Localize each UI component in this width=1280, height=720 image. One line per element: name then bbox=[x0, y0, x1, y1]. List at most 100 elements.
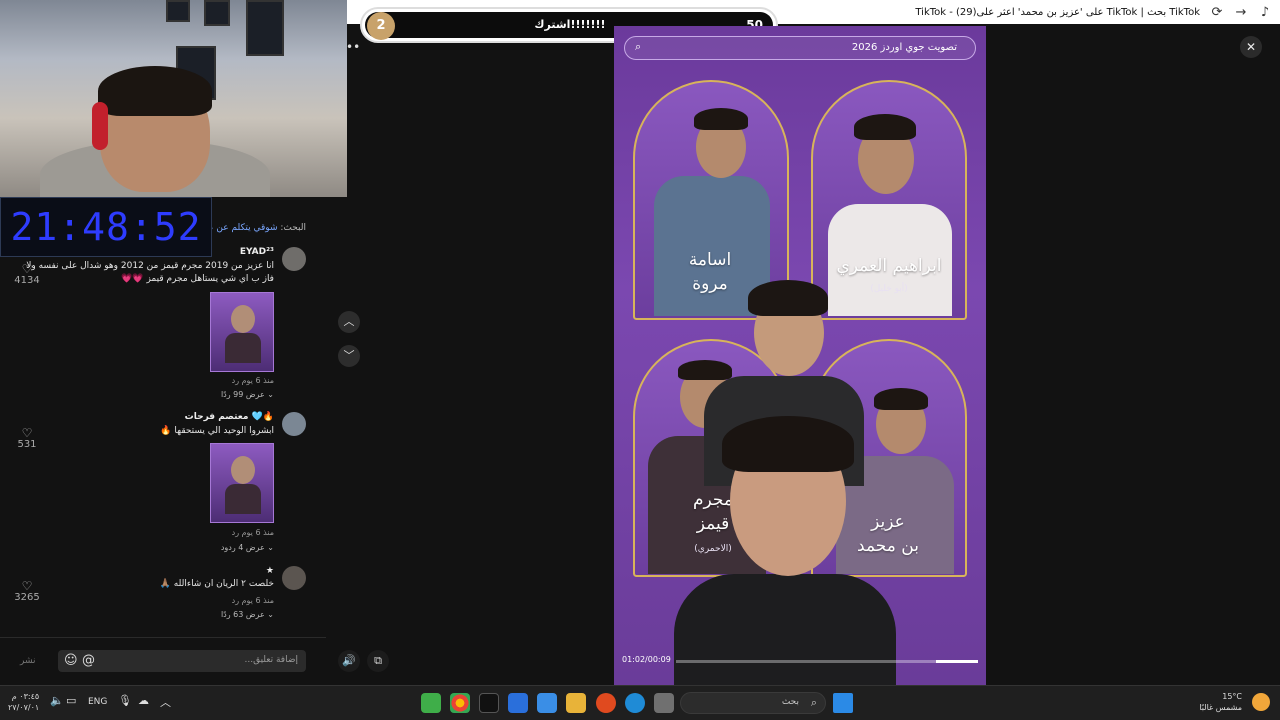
chevron-down-icon: ⌄ bbox=[267, 610, 274, 619]
chevron-up-icon[interactable]: ︿ bbox=[160, 694, 171, 710]
page-title: TikTok - (29)على 'عزيز بن محمد' اعثر على… bbox=[915, 6, 1200, 18]
sun-icon bbox=[1252, 693, 1270, 711]
search-icon: ⌕ bbox=[810, 696, 817, 709]
like-button[interactable]: ♡ 4134 bbox=[7, 263, 47, 286]
avatar[interactable] bbox=[282, 566, 306, 590]
avatar[interactable] bbox=[282, 412, 306, 436]
comment-text: خلصت ٢ الريان ان شاءالله 🙏🏽 bbox=[159, 579, 274, 589]
avatar[interactable] bbox=[282, 247, 306, 271]
comment-username[interactable]: معتصم فرحات 🩵🔥 bbox=[185, 412, 274, 422]
search-icon: ⌕ bbox=[635, 40, 642, 53]
wall-poster bbox=[246, 0, 284, 56]
app-icon-gray[interactable] bbox=[654, 693, 674, 713]
goal-current-count: 2 bbox=[367, 12, 395, 40]
tiktok-icon[interactable] bbox=[479, 693, 499, 713]
candidate-hair bbox=[874, 388, 928, 410]
chevron-down-icon: ﹀ bbox=[343, 349, 355, 362]
video-progress-fill bbox=[935, 660, 978, 663]
folder-icon[interactable] bbox=[566, 693, 586, 713]
app-icon-green[interactable] bbox=[421, 693, 441, 713]
chevron-down-icon: ⌄ bbox=[267, 543, 274, 552]
comment-username[interactable]: ★ bbox=[266, 566, 274, 576]
chevron-up-icon: ︿ bbox=[343, 315, 355, 328]
speaker-icon: 🔊 bbox=[342, 654, 356, 667]
comment-input[interactable]: إضافة تعليق... ☺ @ bbox=[58, 650, 306, 672]
store-icon[interactable] bbox=[537, 693, 557, 713]
post-button[interactable]: نشر bbox=[20, 656, 36, 666]
next-video-button[interactable]: ﹀ bbox=[338, 345, 360, 367]
windows-taskbar: ٠٣:٤٥ م ٢٧/٠٧/٠١ 🔈 ▭ ENG 🎙 ☁ ︿ ⌕ بحث 15°C… bbox=[0, 685, 1280, 720]
mention-icon[interactable]: @ bbox=[82, 653, 95, 668]
wall-poster bbox=[204, 0, 230, 26]
chrome-icon[interactable] bbox=[450, 693, 470, 713]
clock-time: 21:48:52 bbox=[10, 205, 202, 249]
search-prefix: البحث: bbox=[280, 223, 306, 233]
headset bbox=[92, 102, 108, 150]
volume-button[interactable]: 🔊 bbox=[338, 650, 360, 672]
video-player[interactable]: ⌕ تصويت جوي اوردز 2026 اسامة مروة ابراهيم… bbox=[614, 26, 986, 686]
more-options-icon[interactable]: •• bbox=[346, 40, 360, 54]
candidate-hair bbox=[678, 360, 732, 380]
video-time: 01:02/00:09 bbox=[622, 655, 671, 664]
emoji-icon[interactable]: ☺ bbox=[64, 653, 78, 668]
close-button[interactable]: ✕ bbox=[1240, 36, 1262, 58]
microphone-icon[interactable]: 🎙 bbox=[118, 694, 132, 707]
view-replies-button[interactable]: عرض 63 ردًا ⌄ bbox=[221, 610, 274, 619]
taskbar-search[interactable]: ⌕ بحث bbox=[680, 692, 826, 714]
like-button[interactable]: ♡ 531 bbox=[7, 427, 47, 450]
close-icon: ✕ bbox=[1245, 40, 1257, 54]
comment-meta: منذ 6 يوم رد bbox=[231, 376, 274, 385]
overlay-person-hair bbox=[748, 280, 828, 316]
webcam-overlay bbox=[0, 0, 347, 197]
edge-icon[interactable] bbox=[625, 693, 645, 713]
comment-text: ابشروا الوحيد الي يستحقها 🔥 bbox=[160, 426, 274, 436]
video-search-text: تصويت جوي اوردز 2026 bbox=[851, 42, 957, 53]
picture-in-picture-button[interactable]: ⧉ bbox=[367, 650, 389, 672]
display-icon[interactable]: ▭ bbox=[66, 694, 76, 707]
firefox-icon[interactable] bbox=[596, 693, 616, 713]
comment-placeholder: إضافة تعليق... bbox=[244, 655, 298, 665]
comment-text: انا عزيز من 2019 مجرم قيمز من 2012 وهو ش… bbox=[26, 261, 274, 284]
comment-video-thumbnail[interactable] bbox=[210, 443, 274, 523]
video-search-bar: ⌕ تصويت جوي اوردز 2026 bbox=[624, 36, 976, 60]
candidate-name: ابراهيم العمري bbox=[836, 256, 942, 276]
view-replies-button[interactable]: عرض 4 ردود ⌄ bbox=[221, 543, 274, 552]
stream-clock: 21:48:52 bbox=[0, 197, 212, 257]
video-progress-bar[interactable] bbox=[676, 660, 978, 663]
candidate-name: اسامة مروة bbox=[688, 250, 732, 294]
comment-bar: نشر إضافة تعليق... ☺ @ bbox=[0, 637, 326, 683]
refresh-icon[interactable]: ⟳ bbox=[1210, 5, 1224, 20]
cloud-icon[interactable]: ☁ bbox=[138, 694, 149, 707]
candidate-name: عزيز بن محمد bbox=[857, 512, 919, 556]
wall-poster bbox=[166, 0, 190, 22]
volume-icon[interactable]: 🔈 bbox=[50, 694, 64, 707]
candidate-hair bbox=[854, 114, 916, 140]
like-count: 4134 bbox=[14, 275, 40, 286]
candidate-hair bbox=[694, 108, 748, 130]
heart-icon: ♡ bbox=[21, 426, 33, 440]
windows-start-icon[interactable] bbox=[833, 693, 853, 713]
search-suggestion[interactable]: البحث: شوقي يتكلم عن عزيز bbox=[196, 223, 306, 233]
language-indicator[interactable]: ENG bbox=[88, 697, 107, 707]
comment-meta: منذ 6 يوم رد bbox=[231, 596, 274, 605]
mail-icon[interactable] bbox=[508, 693, 528, 713]
goal-label: اشترك!!!!!!! bbox=[534, 18, 606, 31]
like-button[interactable]: ♡ 3265 bbox=[7, 580, 47, 603]
previous-video-button[interactable]: ︿ bbox=[338, 311, 360, 333]
overlay-person-hair bbox=[722, 416, 854, 472]
comment-username[interactable]: EYAD²³ bbox=[240, 247, 274, 257]
comment-meta: منذ 6 يوم رد bbox=[231, 528, 274, 537]
tiktok-logo-icon: ♪ bbox=[1260, 4, 1270, 20]
heart-icon: ♡ bbox=[21, 262, 33, 276]
forward-icon[interactable]: → bbox=[1234, 5, 1248, 20]
comment-video-thumbnail[interactable] bbox=[210, 292, 274, 372]
overlay-person-jacket bbox=[674, 574, 896, 686]
like-count: 531 bbox=[17, 439, 37, 450]
candidate-subtitle: (أبو خليل) bbox=[870, 284, 908, 294]
weather-widget[interactable]: 15°C مشمس غالبًا bbox=[1199, 691, 1270, 713]
view-replies-button[interactable]: عرض 99 ردًا ⌄ bbox=[221, 390, 274, 399]
comments-panel: البحث: شوقي يتكلم عن عزيز EYAD²³ انا عزي… bbox=[0, 197, 326, 637]
streamer-hair bbox=[98, 66, 212, 116]
system-clock[interactable]: ٠٣:٤٥ م ٢٧/٠٧/٠١ bbox=[8, 691, 39, 713]
chevron-down-icon: ⌄ bbox=[267, 390, 274, 399]
